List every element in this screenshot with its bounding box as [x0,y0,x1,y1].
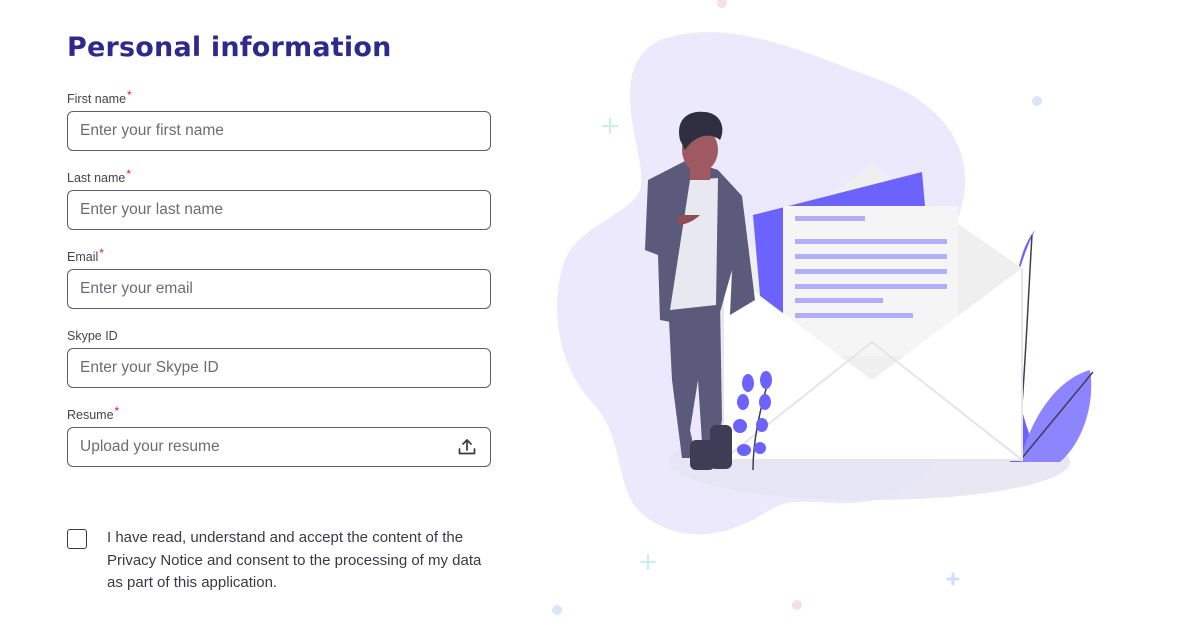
last-name-field-group: Last name* [67,167,491,230]
required-marker: * [114,404,120,418]
envelope-illustration [540,0,1200,628]
last-name-label: Last name* [67,167,491,185]
resume-field-group: Resume* Upload your resume [67,404,491,467]
last-name-label-text: Last name [67,171,126,185]
email-input[interactable] [80,280,478,298]
email-label-text: Email [67,250,99,264]
email-field-group: Email* [67,246,491,309]
skype-id-label-text: Skype ID [67,329,118,343]
personal-information-form: Personal information First name* Last na… [67,0,491,628]
resume-upload-placeholder: Upload your resume [80,438,220,455]
resume-label-text: Resume [67,408,114,422]
first-name-input[interactable] [80,122,478,140]
privacy-consent: I have read, understand and accept the c… [67,527,491,595]
consent-text: I have read, understand and accept the c… [107,529,482,591]
required-marker: * [126,167,132,181]
required-marker: * [127,88,132,102]
resume-label: Resume* [67,404,491,422]
consent-checkbox[interactable] [67,529,87,549]
skype-id-field-group: Skype ID [67,329,491,388]
email-input-box[interactable] [67,269,491,309]
envelope-illustration-graphic [552,0,1094,615]
first-name-label: First name* [67,88,491,106]
upload-icon[interactable] [456,436,478,458]
first-name-label-text: First name [67,92,127,106]
resume-upload-box[interactable]: Upload your resume [67,427,491,467]
page-title: Personal information [67,32,392,63]
email-label: Email* [67,246,491,264]
last-name-input-box[interactable] [67,190,491,230]
skype-id-input[interactable] [80,359,478,377]
last-name-input[interactable] [80,201,478,219]
skype-id-label: Skype ID [67,329,491,343]
first-name-input-box[interactable] [67,111,491,151]
skype-id-input-box[interactable] [67,348,491,388]
required-marker: * [99,246,104,260]
first-name-field-group: First name* [67,88,491,151]
